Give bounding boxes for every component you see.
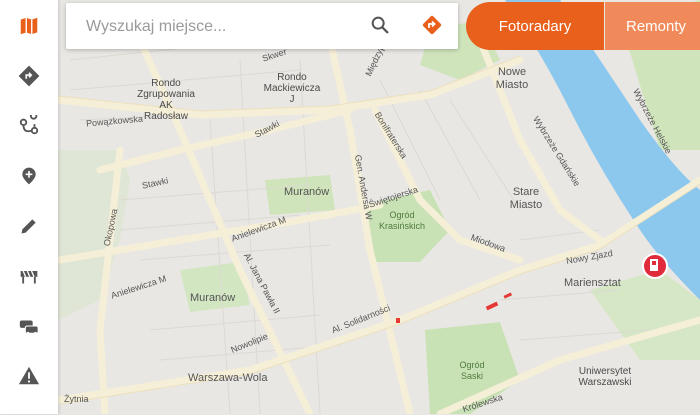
route-icon	[19, 115, 39, 135]
layer-tabs: Fotoradary Remonty	[466, 2, 700, 50]
edit-icon	[21, 219, 36, 234]
map-label-ogrod-saski: Ogród Saski	[459, 360, 485, 381]
tab-remonty[interactable]: Remonty	[605, 2, 700, 50]
tab-fotoradary[interactable]: Fotoradary	[466, 2, 604, 50]
search-input[interactable]	[84, 15, 358, 39]
map-canvas[interactable]	[0, 0, 700, 414]
sidebar-item-edit[interactable]	[0, 204, 58, 248]
sidebar-item-traffic[interactable]	[0, 304, 58, 348]
directions-icon	[422, 15, 442, 35]
tab-fotoradary-label: Fotoradary	[498, 17, 572, 35]
sidebar-item-map[interactable]	[0, 4, 58, 48]
map-label-nowe-miasto: Nowe Miasto	[495, 66, 529, 91]
traffic-icon	[19, 320, 39, 335]
map-label-zytnia: Żytnia	[64, 394, 89, 404]
sidebar-item-roadwork[interactable]	[0, 254, 58, 298]
map-label-muranow-1: Muranów	[284, 186, 330, 198]
sidebar-item-route[interactable]	[0, 104, 58, 148]
sidebar-item-add-place[interactable]	[0, 154, 58, 198]
map-label-stare-miasto: Stare Miasto	[509, 186, 543, 211]
warning-icon	[18, 366, 40, 385]
sidebar-item-directions[interactable]	[0, 54, 58, 98]
map-label-uniwersytet: Uniwersytet Warszawski	[578, 366, 632, 388]
add-place-icon	[22, 167, 36, 185]
directions-icon	[18, 65, 40, 87]
speed-camera-marker[interactable]	[642, 253, 668, 279]
map-label-rondo-mackiewicza: Rondo Mackiewicza J	[263, 72, 321, 105]
map-label-ogrod-krasinskich: Ogród Krasińskich	[378, 210, 425, 231]
map-icon	[20, 17, 38, 35]
search-button[interactable]	[369, 14, 393, 38]
roadwork-barrier-icon	[20, 270, 38, 284]
search-box	[66, 3, 458, 49]
tab-remonty-label: Remonty	[626, 17, 687, 35]
map-label-muranow-2: Muranów	[190, 292, 236, 304]
sidebar-item-warning[interactable]	[0, 354, 58, 398]
sidebar	[0, 0, 58, 414]
search-icon	[371, 16, 389, 34]
map-label-rondo-radoslaw: Rondo Zgrupowania AK Radosław	[137, 78, 195, 122]
directions-button[interactable]	[420, 13, 446, 39]
map-label-warszawa-wola: Warszawa-Wola	[188, 372, 268, 384]
map-label-mariensztat: Mariensztat	[564, 277, 621, 289]
